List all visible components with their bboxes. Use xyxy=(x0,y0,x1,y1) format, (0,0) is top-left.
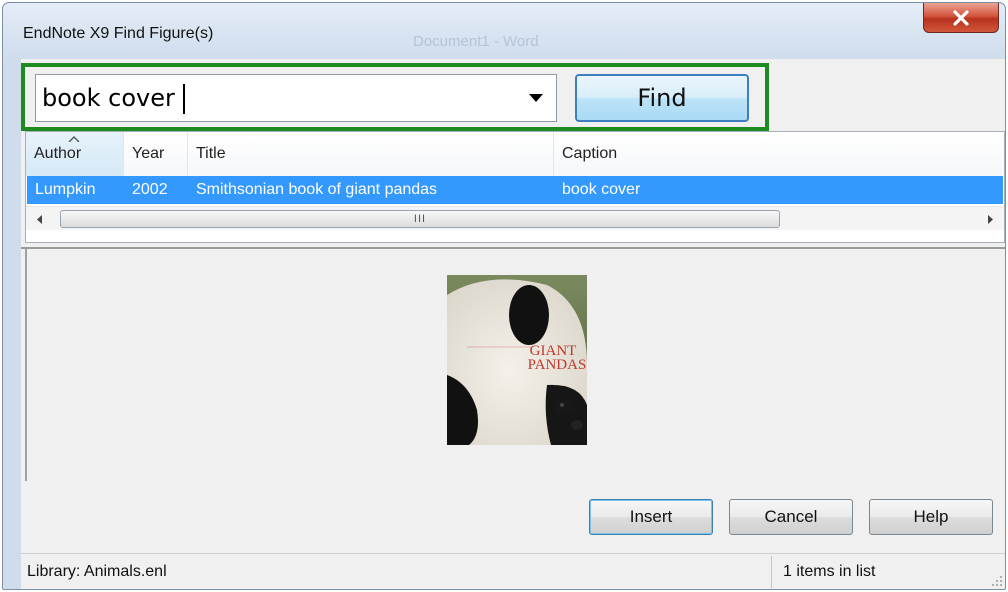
search-area-highlight: Find xyxy=(21,63,769,131)
find-button[interactable]: Find xyxy=(575,74,749,122)
close-button[interactable] xyxy=(923,3,999,33)
results-grid: Author Year Title Caption Lumpkin 2002 S… xyxy=(25,131,1005,243)
window-title: EndNote X9 Find Figure(s) xyxy=(23,25,214,42)
search-dropdown-button[interactable] xyxy=(516,75,556,121)
search-input[interactable] xyxy=(36,75,506,121)
horizontal-scrollbar[interactable]: III xyxy=(26,206,1004,230)
column-header-label: Year xyxy=(132,145,165,162)
column-header-author[interactable]: Author xyxy=(26,132,124,176)
grid-header: Author Year Title Caption xyxy=(26,132,1004,176)
background-window-title: Document1 - Word xyxy=(413,33,539,50)
insert-button[interactable]: Insert xyxy=(589,499,713,535)
column-header-label: Caption xyxy=(562,145,618,162)
dialog-client: Find Author Year Title Caption xyxy=(21,59,1005,589)
figure-preview-pane: GIANT PANDAS xyxy=(25,249,1005,481)
status-bar: Library: Animals.enl 1 items in list xyxy=(21,553,1005,589)
text-cursor xyxy=(183,84,185,114)
cell-title: Smithsonian book of giant pandas xyxy=(196,181,438,198)
find-figures-window: EndNote X9 Find Figure(s) Document1 - Wo… xyxy=(2,2,1006,590)
sort-ascending-icon xyxy=(68,136,80,142)
column-header-year[interactable]: Year xyxy=(124,132,188,176)
status-library: Library: Animals.enl xyxy=(27,563,167,580)
arrow-right-icon xyxy=(988,214,993,224)
status-item-count: 1 items in list xyxy=(783,563,876,580)
scroll-right-button[interactable] xyxy=(978,207,1002,231)
arrow-left-icon xyxy=(37,214,42,224)
cancel-button[interactable]: Cancel xyxy=(729,499,853,535)
column-header-caption[interactable]: Caption xyxy=(554,132,1004,176)
column-header-title[interactable]: Title xyxy=(188,132,554,176)
figure-thumbnail[interactable]: GIANT PANDAS xyxy=(447,275,587,445)
panda-cover-image: GIANT PANDAS xyxy=(447,275,587,445)
resize-grip-icon[interactable] xyxy=(991,575,1003,587)
cell-caption: book cover xyxy=(562,181,641,198)
cover-title-line2: PANDAS xyxy=(528,357,587,373)
scroll-left-button[interactable] xyxy=(28,207,52,231)
cell-author: Lumpkin xyxy=(35,181,96,198)
close-icon xyxy=(953,9,969,26)
triangle-down-icon xyxy=(529,94,543,102)
scroll-grip: III xyxy=(413,213,427,225)
scroll-thumb[interactable]: III xyxy=(60,210,780,228)
cell-year: 2002 xyxy=(132,181,168,198)
column-header-label: Author xyxy=(34,145,82,162)
search-combobox[interactable] xyxy=(35,74,557,122)
column-header-label: Title xyxy=(196,145,226,162)
help-button[interactable]: Help xyxy=(869,499,993,535)
title-bar[interactable]: EndNote X9 Find Figure(s) Document1 - Wo… xyxy=(3,3,1005,59)
table-row[interactable]: Lumpkin 2002 Smithsonian book of giant p… xyxy=(27,176,1003,204)
status-divider xyxy=(771,556,772,588)
